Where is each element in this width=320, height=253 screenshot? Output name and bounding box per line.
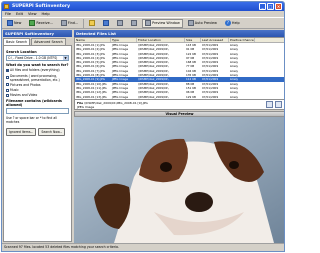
cell-type: JPEG Image (112, 94, 129, 99)
wildcard-hint: Use ? or space bar or * to find all matc… (6, 116, 69, 124)
receive-button[interactable]: Receive... (26, 19, 56, 28)
search-tabs: Basic Search Advanced Search (3, 38, 72, 45)
stop-icon (131, 20, 138, 26)
radio-movies[interactable] (6, 93, 9, 97)
save-button[interactable] (100, 19, 112, 28)
search-location-value: C:\ - Fixed Drive - 1.0 GB (NTFS) (8, 56, 58, 60)
option-movies-label: Movies and Video (10, 93, 38, 98)
app-icon (4, 4, 9, 9)
close-button[interactable]: × (275, 3, 282, 10)
what-to-search-label: What do you want to search for? (6, 63, 69, 67)
option-movies[interactable]: Movies and Video (6, 93, 69, 97)
cell-folder: \\DSMP\disk_2009\01\ (138, 94, 169, 99)
search-now-button[interactable]: Search Now... (38, 127, 66, 136)
toolbar: New Receive... Find... Preview Window Au… (2, 17, 284, 29)
option-music-label: Music (10, 88, 19, 93)
tab-basic-search[interactable]: Basic Search (3, 38, 31, 45)
maximize-button[interactable]: □ (267, 3, 274, 10)
column-chance[interactable]: Positive Chance (229, 38, 255, 42)
option-all-files-label: All files and folders (everything) (10, 68, 60, 73)
dog-photo (74, 117, 284, 243)
ignored-items-button[interactable]: Ignored Items... (6, 127, 37, 136)
toolbar-separator (83, 18, 85, 28)
file-info-details: JPEG Image (77, 105, 95, 109)
auto-preview-button[interactable]: Auto Preview (185, 19, 220, 28)
filename-input[interactable] (6, 108, 69, 115)
auto-preview-icon (187, 20, 194, 26)
filename-label: Filename contains (wildcards allowed) (6, 99, 62, 108)
search-location-label: Search Location (6, 50, 37, 54)
search-pane: SUPERPI Softinventory Basic Search Advan… (3, 30, 72, 244)
properties-button[interactable] (114, 19, 126, 28)
help-label: Help (231, 21, 240, 25)
cell-size: 129 KB (186, 94, 196, 99)
help-icon: ? (224, 20, 231, 26)
search-form: Search Location C:\ - Fixed Drive - 1.0 … (3, 45, 72, 242)
option-documents[interactable]: Documents ( word processing, spreadsheet… (6, 74, 69, 82)
preview-window-icon (145, 20, 152, 26)
list-rows: IMG_2008-01 [1].JPG JPEG Image \\DSMP\disk… (75, 43, 284, 99)
new-icon (7, 20, 13, 26)
find-label: Find... (67, 21, 79, 25)
option-pictures-label: Pictures and Photos (10, 82, 41, 87)
new-button[interactable]: New (4, 19, 24, 28)
results-pane: Detected Files List Name Type Folder Loc… (74, 30, 284, 244)
radio-pictures[interactable] (6, 83, 9, 87)
radio-documents[interactable] (6, 76, 9, 80)
column-name[interactable]: Name (75, 38, 111, 42)
receive-icon (29, 20, 36, 26)
receive-label: Receive... (36, 21, 53, 25)
option-documents-label: Documents ( word processing, spreadsheet… (10, 73, 60, 82)
folder-icon (89, 20, 96, 26)
column-type[interactable]: Type (111, 38, 137, 42)
option-all-files[interactable]: All files and folders (everything) (6, 68, 69, 72)
file-info: File \\DSMP\disk_2009\01\IMG_2008-01 [9]… (74, 100, 284, 110)
open-folder-button[interactable] (86, 19, 98, 28)
window-title: SUPERPI Softinventory (12, 4, 71, 9)
export-icon[interactable] (275, 101, 282, 108)
search-location-select[interactable]: C:\ - Fixed Drive - 1.0 GB (NTFS) ▼ (6, 55, 69, 61)
status-bar: Scanned 97 files. located 53 deleted fil… (2, 243, 284, 251)
chevron-down-icon[interactable]: ▼ (63, 56, 68, 60)
help-button[interactable]: ? Help (222, 19, 243, 28)
app-window: SUPERPI Softinventory _ □ × File Edit Vi… (1, 1, 285, 252)
cell-name: IMG_2008-01 [13].JPG (76, 94, 107, 99)
search-pane-title: SUPERPI Softinventory (3, 30, 72, 37)
visual-preview (74, 117, 284, 243)
preview-window-label: Preview Window (152, 21, 180, 25)
save-icon (103, 20, 110, 26)
column-size[interactable]: Size (185, 38, 201, 42)
list-title: Detected Files List (74, 30, 284, 37)
option-music[interactable]: Music (6, 88, 69, 92)
title-bar[interactable]: SUPERPI Softinventory _ □ × (2, 2, 284, 11)
cell-chance: Likely (230, 94, 239, 99)
recover-icon[interactable] (266, 101, 273, 108)
radio-music[interactable] (6, 88, 9, 92)
file-list: Name Type Folder Location Size Last Acce… (74, 37, 284, 100)
auto-preview-label: Auto Preview (194, 21, 217, 25)
wildcard-hint-text: Use ? or space bar or * to find all matc… (6, 115, 57, 124)
option-pictures[interactable]: Pictures and Photos (6, 83, 69, 87)
tab-advanced-search[interactable]: Advanced Search (31, 38, 66, 45)
radio-all-files[interactable] (6, 68, 9, 72)
find-icon (60, 20, 67, 26)
cell-accessed: 07/01/2009 (202, 94, 219, 99)
table-row[interactable]: IMG_2008-01 [13].JPG JPEG Image \\DSMP\dis… (75, 95, 284, 99)
stop-button[interactable] (128, 19, 140, 28)
preview-window-button[interactable]: Preview Window (142, 18, 183, 28)
new-label: New (14, 21, 22, 25)
properties-icon (117, 20, 124, 26)
column-accessed[interactable]: Last Accessed (201, 38, 229, 42)
find-button[interactable]: Find... (58, 19, 81, 28)
column-folder[interactable]: Folder Location (137, 38, 185, 42)
minimize-button[interactable]: _ (259, 3, 266, 10)
